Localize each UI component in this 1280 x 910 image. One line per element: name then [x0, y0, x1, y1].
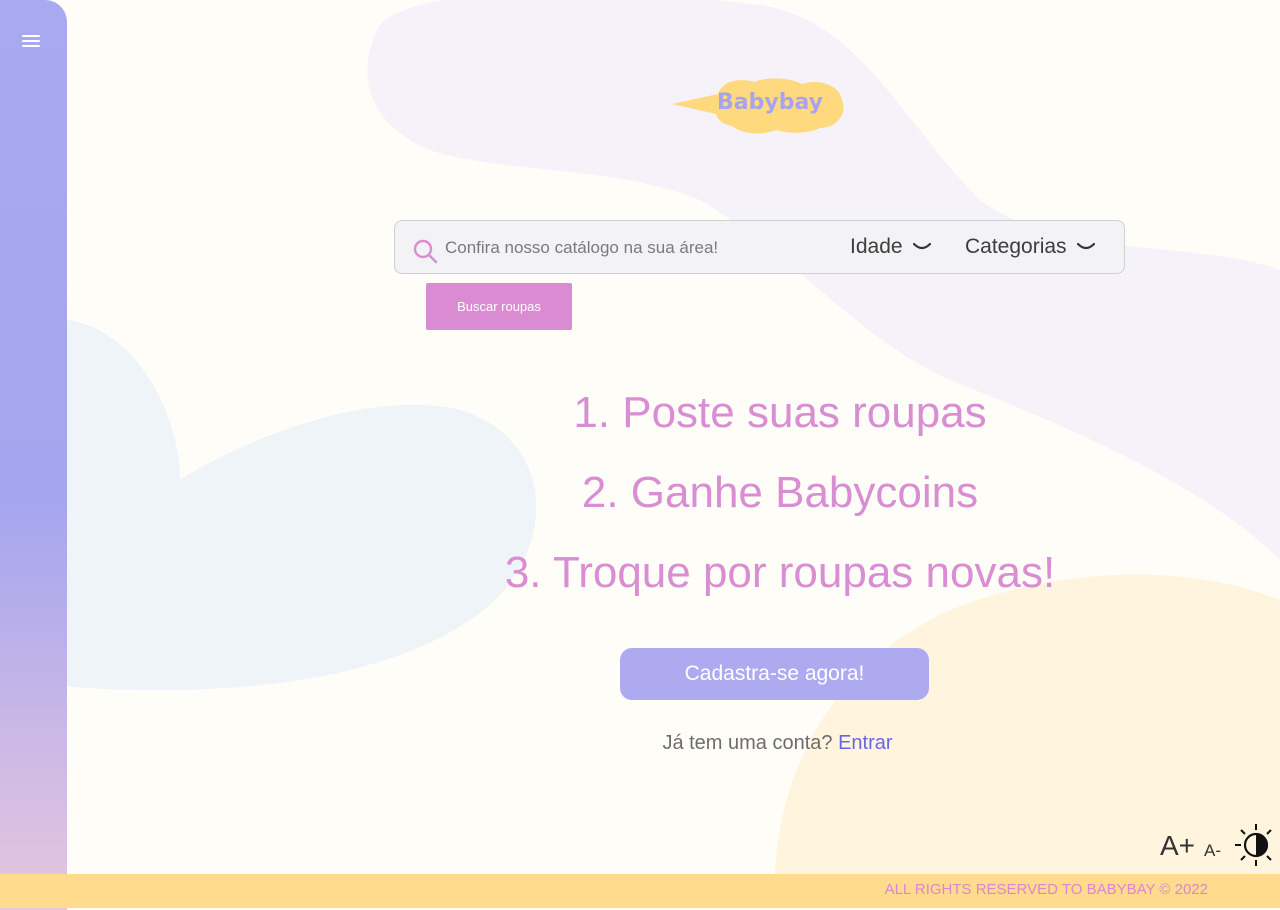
- chevron-down-icon: [1076, 242, 1095, 250]
- search-bar: Idade Categorias: [394, 220, 1125, 274]
- search-clothes-button[interactable]: Buscar roupas: [426, 283, 572, 330]
- search-input[interactable]: [443, 230, 837, 266]
- age-dropdown[interactable]: Idade: [850, 233, 931, 261]
- contrast-toggle-icon[interactable]: [1232, 822, 1272, 868]
- step-1: 1. Poste suas roupas: [573, 388, 987, 437]
- font-decrease-button[interactable]: A-: [1204, 841, 1221, 861]
- login-prompt: Já tem uma conta? Entrar: [520, 732, 1035, 755]
- hamburger-menu-icon[interactable]: [22, 32, 48, 54]
- copyright-text: ALL RIGHTS RESERVED TO BABYBAY © 2022: [884, 881, 1208, 898]
- login-link[interactable]: Entrar: [838, 732, 892, 754]
- step-3: 3. Troque por roupas novas!: [504, 548, 1056, 597]
- chevron-down-icon: [912, 242, 931, 250]
- accessibility-controls: A+ A-: [1160, 822, 1272, 872]
- step-2: 2. Ganhe Babycoins: [581, 468, 979, 517]
- age-dropdown-label: Idade: [850, 235, 903, 258]
- search-icon: [413, 239, 438, 264]
- signup-button[interactable]: Cadastra-se agora!: [620, 648, 929, 700]
- brand-logo[interactable]: Babybay: [670, 74, 846, 136]
- sidebar: [0, 0, 67, 910]
- font-increase-button[interactable]: A+: [1160, 830, 1195, 862]
- login-prompt-text: Já tem uma conta?: [662, 732, 839, 754]
- logo-text: Babybay: [717, 90, 823, 115]
- categories-dropdown[interactable]: Categorias: [965, 233, 1095, 261]
- footer: ALL RIGHTS RESERVED TO BABYBAY © 2022: [0, 874, 1280, 908]
- steps-list: 1. Poste suas roupas 2. Ganhe Babycoins …: [390, 388, 1170, 628]
- categories-dropdown-label: Categorias: [965, 235, 1067, 258]
